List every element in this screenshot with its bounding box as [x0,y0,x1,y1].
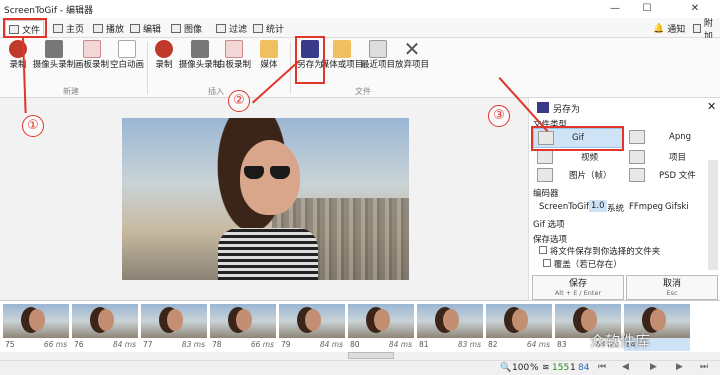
blank-page-icon [118,40,136,58]
frame-thumb[interactable]: 81 83 ms [417,304,483,351]
selected-count: 1 [570,363,576,373]
tab-edit[interactable]: 编辑 [127,20,164,37]
frame-thumb[interactable]: 79 84 ms [279,304,345,351]
encoder-system[interactable]: 系统 [607,202,624,214]
frame-thumb[interactable]: 80 84 ms [348,304,414,351]
title-bar: ScreenToGif - 编辑器 — ☐ ✕ [0,0,720,18]
attach-button[interactable]: 附加 [690,19,720,42]
psd-icon [629,168,645,182]
folder-icon [260,40,278,58]
tab-filter[interactable]: 过滤 [213,20,250,37]
tab-playback[interactable]: 播放 [90,20,127,37]
current-frame: 84 [578,363,590,373]
annotation-marker-1: ① [22,115,44,137]
checkbox[interactable] [543,259,551,267]
image-icon [171,24,181,33]
insert-media-button[interactable]: 媒体 [247,40,291,70]
video-icon [537,150,553,164]
folder-open-icon [333,40,351,58]
annotation-marker-3: ③ [488,105,510,127]
encoder-ffmpeg[interactable]: FFmpeg [629,202,663,212]
bell-icon: 🔔 [653,23,665,34]
annotation-box-file-tab [3,18,47,38]
panel-actions: 保存 Alt + E / Enter 取消 Esc [528,275,720,300]
cancel-button[interactable]: 取消 Esc [626,275,718,300]
minimize-button[interactable]: — [600,0,630,18]
encoder-screentogif[interactable]: ScreenToGif [539,202,589,212]
group-insert-label: 插入 [208,87,224,96]
type-apng[interactable]: Apng [629,130,691,144]
camera-icon [191,40,209,58]
zoom-icon: 🔍 [500,363,512,373]
tab-stats[interactable]: 统计 [250,20,287,37]
gif-options-header[interactable]: Gif 选项 [533,218,565,230]
group-new-label: 新建 [63,87,79,96]
encoder-version[interactable]: 1.0 [589,200,607,212]
type-video[interactable]: 视频 [537,150,598,164]
tab-image[interactable]: 图像 [168,20,205,37]
group-file-label: 文件 [355,87,371,96]
frame-scrollbar[interactable] [348,352,394,359]
first-frame-icon[interactable]: ⏮ [598,362,606,372]
status-bar: 🔍 100 % ≋ 155 1 84 ⏮ ◀ ▶ ▶ ⏭ [0,360,720,375]
board-icon [83,40,101,58]
type-psd[interactable]: PSD 文件 [629,168,696,182]
total-frames: 155 [552,363,570,373]
panel-title: 另存为 [553,105,581,115]
frames-icon: ≋ [542,363,550,373]
frame-preview [122,118,409,280]
play-icon [93,24,103,33]
save-icon [537,102,549,113]
panel-close-icon[interactable]: ✕ [707,100,716,113]
save-options-header[interactable]: 保存选项 [533,233,567,245]
frame-thumb[interactable]: 78 66 ms [210,304,276,351]
stats-icon [253,24,263,33]
frame-thumb[interactable]: 77 83 ms [141,304,207,351]
save-to-folder-option[interactable]: 将文件保存到你选择的文件夹 [539,245,660,257]
play-icon[interactable]: ▶ [650,362,657,372]
next-frame-icon[interactable]: ▶ [676,362,683,372]
save-button[interactable]: 保存 Alt + E / Enter [532,275,624,300]
panel-scrollbar[interactable] [708,160,718,270]
project-icon [629,150,645,164]
ribbon-tabs: 文件 主页 播放 编辑 图像 过滤 统计 🔔 通知 附加 [0,18,720,42]
encoder-label: 编码器 [533,189,559,199]
frame-thumb[interactable]: 76 84 ms [72,304,138,351]
apng-icon [629,130,645,144]
record-icon [155,40,173,58]
drive-icon [369,40,387,58]
overwrite-option[interactable]: 覆盖（若已存在） [543,258,622,270]
zoom-percent: % [530,363,539,373]
window-title: ScreenToGif - 编辑器 [4,6,94,16]
tab-home[interactable]: 主页 [50,20,87,37]
images-icon [537,168,553,182]
frame-thumb[interactable]: 75 66 ms [3,304,69,351]
ribbon: 录制 摄像头录制 画板录制 空白动画 新建 录制 摄像头录制 白板录制 媒体 插… [0,38,720,98]
attach-icon [693,24,701,33]
annotation-marker-2: ② [228,90,250,112]
watermark: 众软件库 [590,332,651,350]
camera-icon [45,40,63,58]
previous-frame-icon[interactable]: ◀ [622,362,629,372]
annotation-box-save-as [295,36,325,84]
whiteboard-icon [225,40,243,58]
notify-button[interactable]: 🔔 通知 [650,20,688,37]
filter-icon [216,24,226,33]
checkbox-checked[interactable] [539,246,547,254]
last-frame-icon[interactable]: ⏭ [700,362,708,372]
encoder-gifski[interactable]: Gifski [665,202,689,212]
discard-project-button[interactable]: ✕ 放弃项目 [390,37,434,70]
edit-icon [130,24,140,33]
close-icon: ✕ [403,37,421,61]
type-images[interactable]: 图片（帧） [537,168,612,182]
frame-thumb[interactable]: 82 64 ms [486,304,552,351]
type-project[interactable]: 项目 [629,150,686,164]
maximize-button[interactable]: ☐ [632,0,662,18]
zoom-value[interactable]: 100 [512,363,529,373]
home-icon [53,24,63,33]
